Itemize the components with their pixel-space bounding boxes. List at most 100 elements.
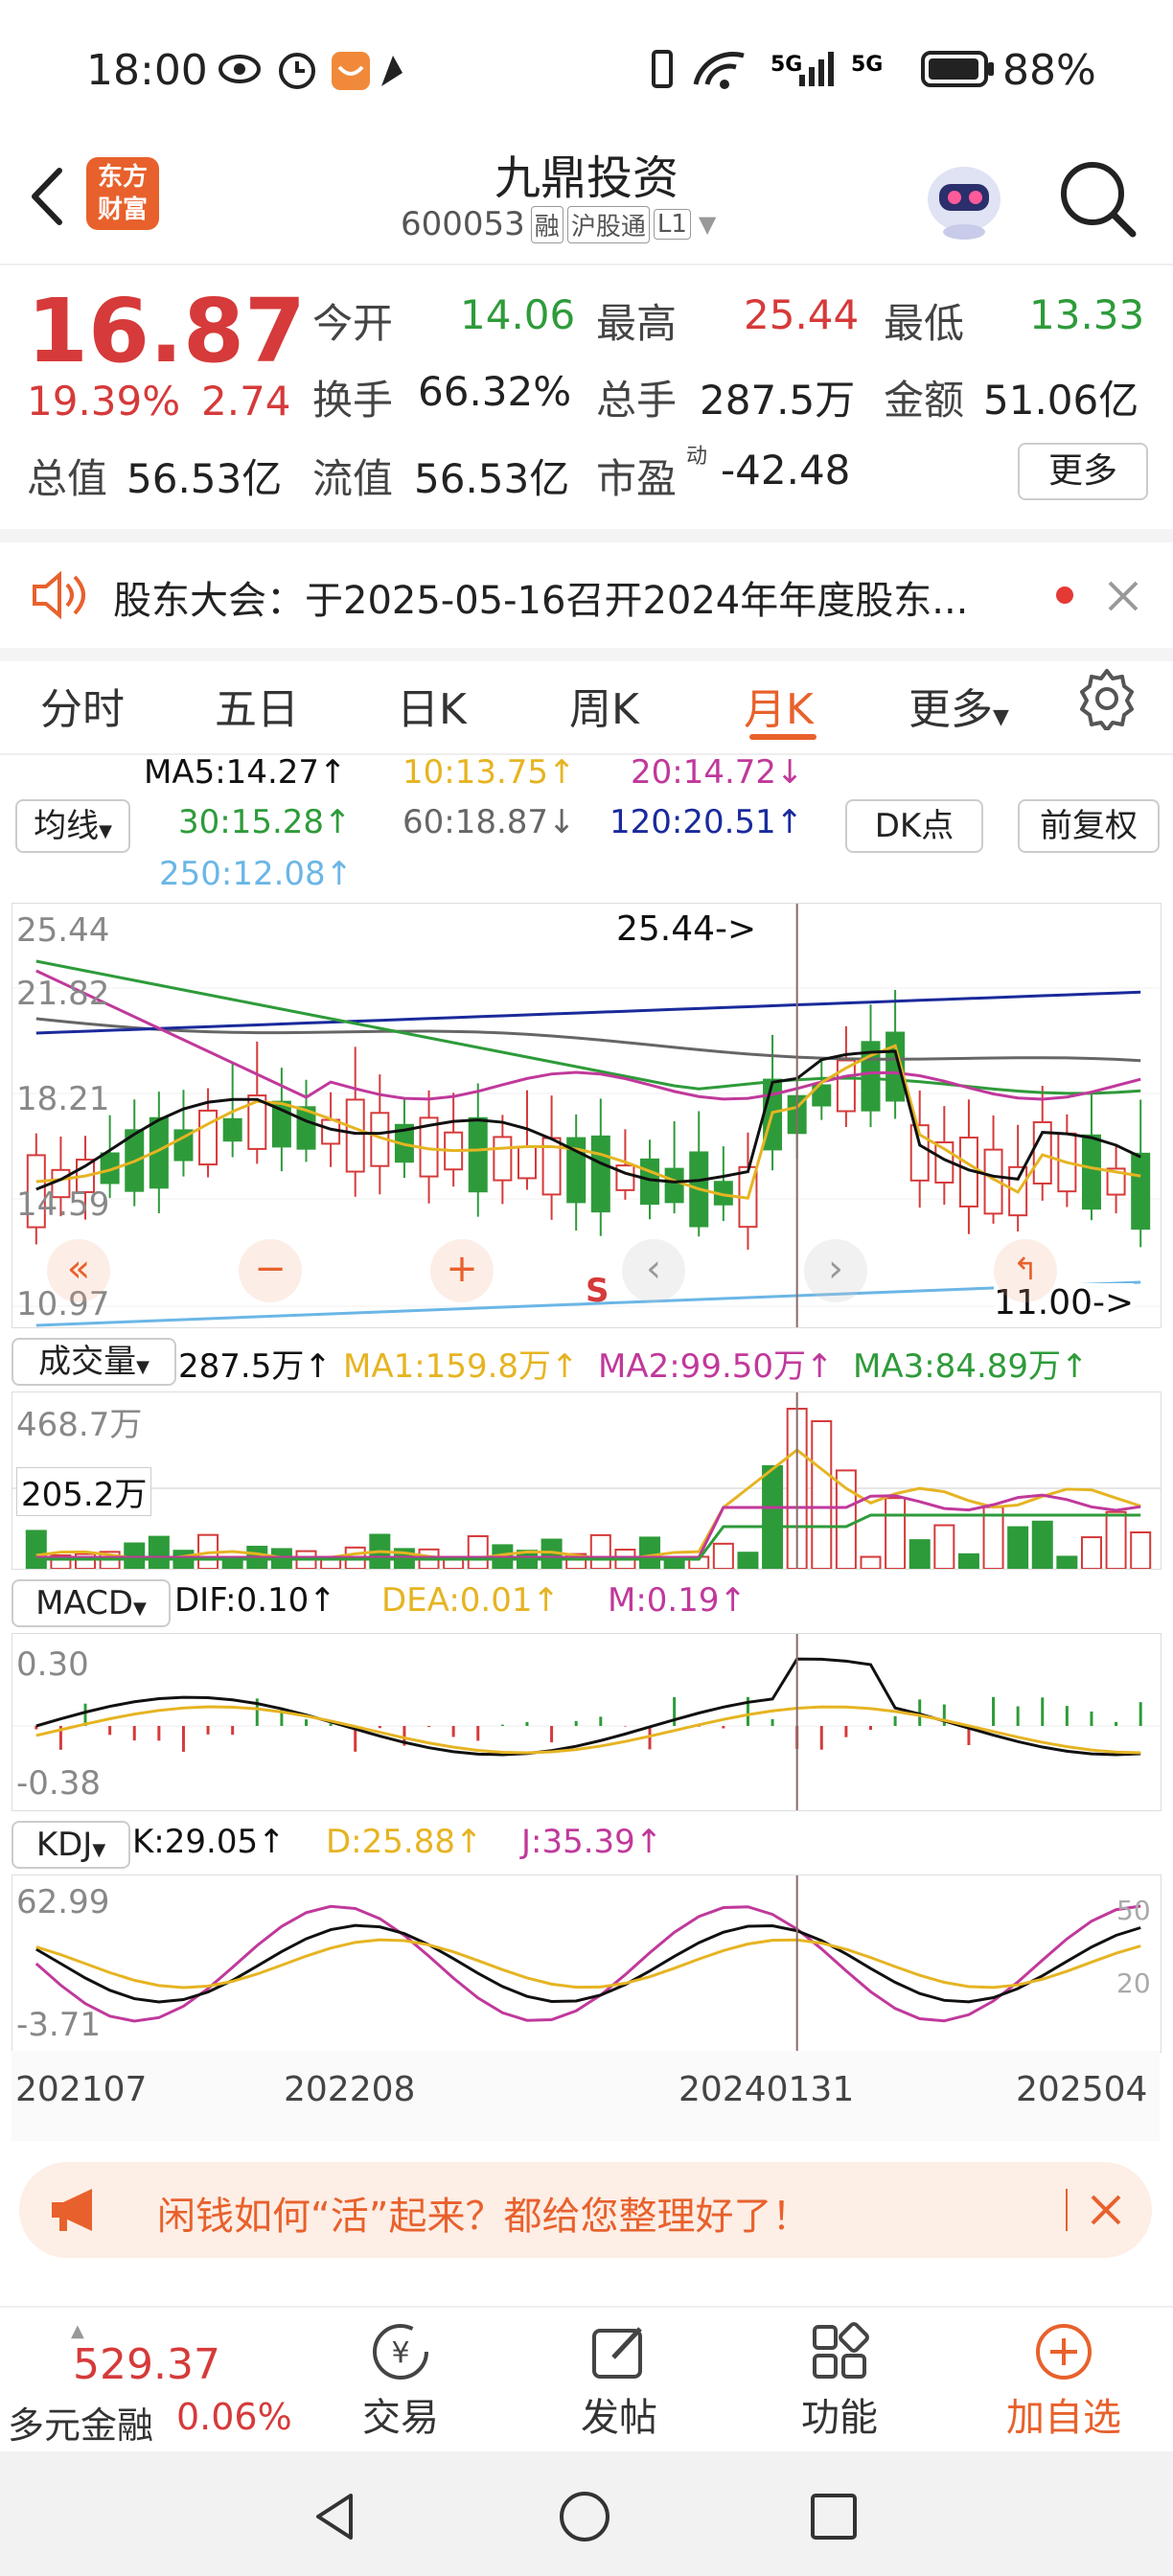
kdj-ymin: -3.71 <box>16 2006 101 2044</box>
volume-bar <box>885 1497 907 1569</box>
add-watchlist-button[interactable]: 加自选 <box>978 2321 1150 2442</box>
quote-panel: 16.87 19.39% 2.74 今开 14.06 最高 25.44 最低 1… <box>0 266 1173 525</box>
open-label: 今开 <box>312 300 394 347</box>
float-label: 流值 <box>312 455 394 502</box>
volume-bar <box>1105 1510 1127 1569</box>
svg-text:5G: 5G <box>770 53 802 77</box>
tab-intraday[interactable]: 分时 <box>40 675 125 736</box>
ad-divider <box>1066 2189 1068 2231</box>
ma-select-button[interactable]: 均线▼ <box>15 799 130 853</box>
kline-high-note: 25.44-> <box>616 909 757 949</box>
kdj-chart[interactable]: 62.99 -3.71 50 20 <box>12 1874 1162 2053</box>
grid-apps-icon <box>813 2322 869 2379</box>
date-label-2: 202208 <box>284 2070 416 2109</box>
stock-code-row[interactable]: 600053 融 沪股通 L1 ▼ <box>401 205 716 243</box>
adjust-price-button[interactable]: 前复权 <box>1018 799 1160 853</box>
macd-dif-label: DIF:0.10↑ <box>174 1581 336 1620</box>
kdj-ymax: 62.99 <box>16 1883 110 1921</box>
tab-more[interactable]: 更多▼ <box>908 675 1009 736</box>
tab-monthly-k[interactable]: 月K <box>744 675 814 736</box>
volume-chart[interactable]: 468.7万 205.2万 <box>12 1392 1162 1570</box>
volume-bar <box>957 1552 979 1569</box>
dk-point-button[interactable]: DK点 <box>845 799 983 853</box>
trade-yen-icon: ¥ <box>373 2324 428 2380</box>
date-label-3: 20240131 <box>678 2070 855 2109</box>
volume-select-button[interactable]: 成交量▼ <box>12 1338 176 1386</box>
tab-active-indicator <box>749 734 816 740</box>
kline-candle <box>468 1116 488 1193</box>
settings-gear-icon[interactable] <box>1075 667 1138 730</box>
nav-recents-icon[interactable] <box>807 2490 861 2543</box>
volume-bar <box>589 1533 611 1569</box>
ad-text: 闲钱如何“活”起来？都给您整理好了！ <box>157 2195 811 2239</box>
more-quote-button[interactable]: 更多 <box>1018 443 1148 500</box>
tab-daily-k[interactable]: 日K <box>397 675 467 736</box>
tab-weekly-k[interactable]: 周K <box>569 675 639 736</box>
nav-back-icon[interactable] <box>309 2490 362 2543</box>
kline-candle <box>345 1098 365 1173</box>
date-label-4: 202504 <box>1016 2070 1148 2109</box>
volume-label: 总手 <box>596 377 678 424</box>
volume-value-label: 287.5万↑ <box>178 1347 332 1386</box>
nav-home-icon[interactable] <box>558 2490 611 2543</box>
megaphone-icon <box>52 2189 92 2231</box>
chevron-down-icon: ▼ <box>698 211 717 238</box>
date-axis: 202107 202208 20240131 202504 <box>12 2051 1160 2141</box>
macd-select-button[interactable]: MACD▼ <box>12 1579 171 1627</box>
kdj-ref-20: 20 <box>1116 1967 1151 1999</box>
pe-label: 市盈 <box>596 455 678 502</box>
caret-up-icon: ▲ <box>71 2321 84 2341</box>
scroll-left-double-icon[interactable]: « <box>47 1239 110 1302</box>
close-icon[interactable] <box>1104 577 1142 615</box>
volume-bar <box>1007 1526 1029 1569</box>
kline-candle <box>1131 1152 1151 1230</box>
sector-index[interactable]: ▲ 529.37 多元金融 0.06% <box>0 2308 292 2453</box>
kdj-d-label: D:25.88↑ <box>326 1823 483 1861</box>
notice-text: 股东大会：于2025-05-16召开2024年年度股东... <box>113 579 969 623</box>
ma60-label: 60:18.87↓ <box>402 803 576 841</box>
sector-name: 多元金融 <box>8 2404 154 2447</box>
turnover-value: 66.32% <box>418 368 572 415</box>
volume-bar <box>835 1469 857 1569</box>
amount-label: 金额 <box>884 377 965 424</box>
ad-banner[interactable]: 闲钱如何“活”起来？都给您整理好了！ <box>19 2162 1152 2258</box>
battery-percent: 88% <box>1002 46 1096 95</box>
volume-bar <box>908 1539 931 1569</box>
volume-bar <box>639 1536 661 1569</box>
ma20-line <box>35 969 1141 1101</box>
kdj-d-line <box>35 1938 1141 1990</box>
functions-button[interactable]: 功能 <box>772 2321 907 2442</box>
date-label-1: 202107 <box>15 2070 148 2109</box>
post-button[interactable]: 发帖 <box>552 2321 686 2442</box>
unread-dot <box>1056 586 1073 604</box>
volume-bar <box>712 1542 734 1569</box>
volume-bar <box>860 1555 882 1569</box>
ma120-line <box>35 990 1141 1035</box>
ma250-label: 250:12.08↑ <box>159 855 354 893</box>
reset-view-icon[interactable]: ↰ <box>994 1239 1057 1302</box>
macd-chart[interactable]: 0.30 -0.38 <box>12 1633 1162 1811</box>
kdj-select-button[interactable]: KDJ▼ <box>12 1821 130 1869</box>
zoom-out-icon[interactable]: − <box>239 1239 302 1302</box>
high-value: 25.44 <box>744 291 860 338</box>
ad-close-icon[interactable] <box>1087 2191 1125 2229</box>
scroll-left-icon[interactable]: ‹ <box>622 1239 685 1302</box>
margin-tag: 融 <box>530 205 564 243</box>
trade-button[interactable]: ¥ 交易 <box>334 2321 468 2442</box>
notice-bar[interactable]: 股东大会：于2025-05-16召开2024年年度股东... <box>0 529 1173 661</box>
kline-candle <box>198 1109 218 1166</box>
ma60-line <box>35 1017 1141 1063</box>
kline-svg <box>12 904 1161 1327</box>
float-value: 56.53亿 <box>414 455 570 502</box>
mktcap-value: 56.53亿 <box>126 455 283 502</box>
kline-chart[interactable]: 25.44 21.82 18.21 14.59 10.97 25.44-> 11… <box>12 903 1162 1328</box>
robot-assistant-icon[interactable] <box>918 151 1010 243</box>
change-percent: 19.39% <box>27 378 181 425</box>
tab-five-day[interactable]: 五日 <box>215 675 299 736</box>
status-app-icons <box>218 52 402 90</box>
kdj-j-label: J:35.39↑ <box>521 1823 663 1861</box>
zoom-in-icon[interactable]: + <box>430 1239 494 1302</box>
open-value: 14.06 <box>460 291 576 338</box>
search-icon[interactable] <box>1054 155 1140 242</box>
scroll-right-icon[interactable]: › <box>804 1239 867 1302</box>
